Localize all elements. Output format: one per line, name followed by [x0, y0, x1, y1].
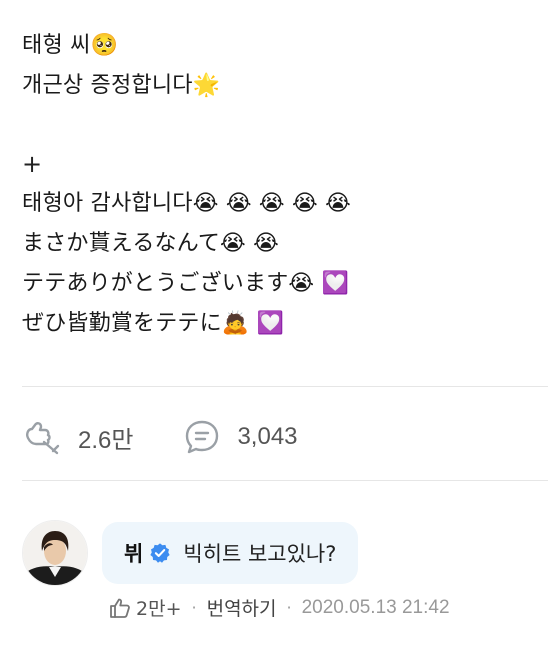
post-line-6: まさか貰えるなんて😭 😭 — [22, 231, 280, 256]
divider-top — [22, 386, 548, 387]
comment-author[interactable]: 뷔 — [124, 538, 143, 568]
post-stats: 2.6만 3,043 — [22, 412, 346, 462]
meta-separator-1: · — [191, 598, 197, 617]
post-line-plus: + — [22, 150, 43, 178]
comment-count: 3,043 — [237, 423, 298, 450]
comment-icon[interactable] — [181, 416, 223, 458]
divider-bottom — [22, 480, 548, 481]
avatar[interactable] — [22, 520, 88, 586]
verified-badge-icon — [150, 543, 170, 563]
comment-bubble[interactable]: 뷔 빅히트 보고있나? — [102, 522, 359, 584]
comment-timestamp: 2020.05.13 21:42 — [301, 596, 450, 618]
post-body: 태형 씨🥺 개근상 증정합니다🌟 + 태형아 감사합니다😭 😭 😭 😭 😭 まさ… — [22, 26, 522, 344]
comment-text: 빅히트 보고있나? — [183, 542, 337, 566]
post-line-5: 태형아 감사합니다😭 😭 😭 😭 😭 — [22, 191, 352, 216]
comment-like-count[interactable]: 2만+ — [136, 594, 182, 621]
post-line-7: テテありがとうございます😭 💟 — [22, 271, 350, 296]
comment-meta: 2만+ · 번역하기 · 2020.05.13 21:42 — [108, 594, 450, 621]
translate-link[interactable]: 번역하기 — [207, 594, 277, 621]
post-line-8: ぜひ皆勤賞をテテに🙇 💟 — [22, 311, 285, 336]
like-icon[interactable] — [22, 416, 64, 458]
post-line-2: 개근상 증정합니다🌟 — [22, 73, 221, 98]
avatar-image — [23, 521, 87, 585]
like-stat[interactable]: 2.6만 — [22, 416, 133, 458]
thumb-up-icon[interactable] — [108, 596, 132, 620]
post-line-1: 태형 씨🥺 — [22, 33, 119, 58]
meta-separator-2: · — [286, 598, 292, 617]
like-count: 2.6만 — [78, 426, 134, 454]
post-line-blank — [22, 106, 522, 144]
comment-stat[interactable]: 3,043 — [181, 416, 298, 458]
